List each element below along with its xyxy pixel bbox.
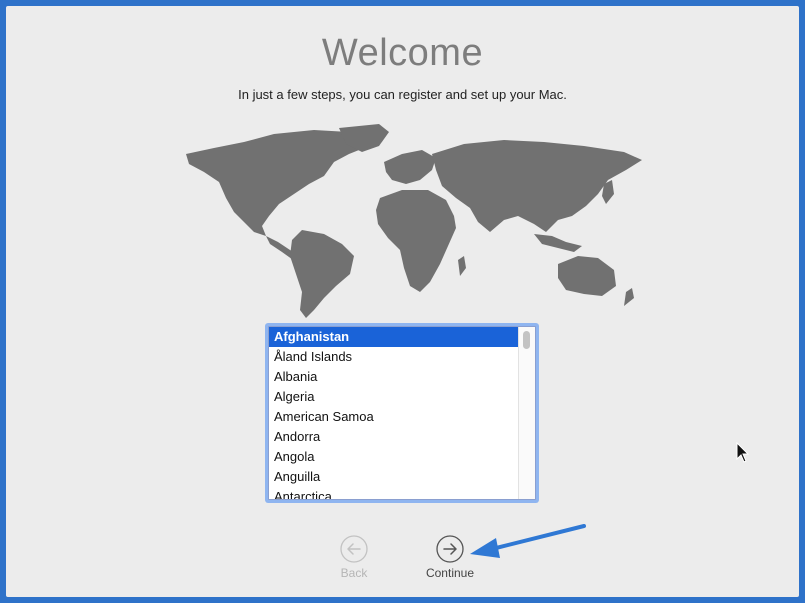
south-america-shape — [290, 230, 354, 318]
list-item[interactable]: Albania — [269, 367, 519, 387]
scrollbar-thumb[interactable] — [523, 331, 530, 349]
right-arrow-circle-icon — [436, 535, 464, 563]
left-arrow-circle-icon — [340, 535, 368, 563]
world-map-icon — [186, 124, 642, 318]
list-scrollbar[interactable] — [518, 327, 535, 499]
page-title: Welcome — [321, 32, 484, 74]
list-item[interactable]: Åland Islands — [269, 347, 519, 367]
list-item[interactable]: Algeria — [269, 387, 519, 407]
mouse-cursor-icon — [736, 442, 750, 463]
north-america-shape — [186, 130, 369, 236]
madagascar-shape — [458, 256, 466, 276]
country-list[interactable]: Afghanistan Åland Islands Albania Algeri… — [268, 326, 536, 500]
pointer-arrow-icon — [470, 524, 586, 558]
list-item[interactable]: Angola — [269, 447, 519, 467]
indonesia-shape — [534, 234, 582, 252]
page-subtitle: In just a few steps, you can register an… — [238, 87, 567, 102]
continue-label: Continue — [425, 566, 475, 580]
list-item[interactable]: Antarctica — [269, 487, 519, 499]
africa-shape — [376, 190, 456, 292]
back-button[interactable]: Back — [324, 535, 384, 580]
setup-assistant-window: Welcome In just a few steps, you can reg… — [6, 6, 799, 597]
australia-shape — [558, 256, 616, 296]
list-item-selected[interactable]: Afghanistan — [269, 327, 519, 347]
list-item[interactable]: Andorra — [269, 427, 519, 447]
back-label: Back — [340, 566, 368, 580]
list-item[interactable]: American Samoa — [269, 407, 519, 427]
new-zealand-shape — [624, 288, 634, 306]
europe-shape — [384, 150, 436, 184]
list-item[interactable]: Anguilla — [269, 467, 519, 487]
